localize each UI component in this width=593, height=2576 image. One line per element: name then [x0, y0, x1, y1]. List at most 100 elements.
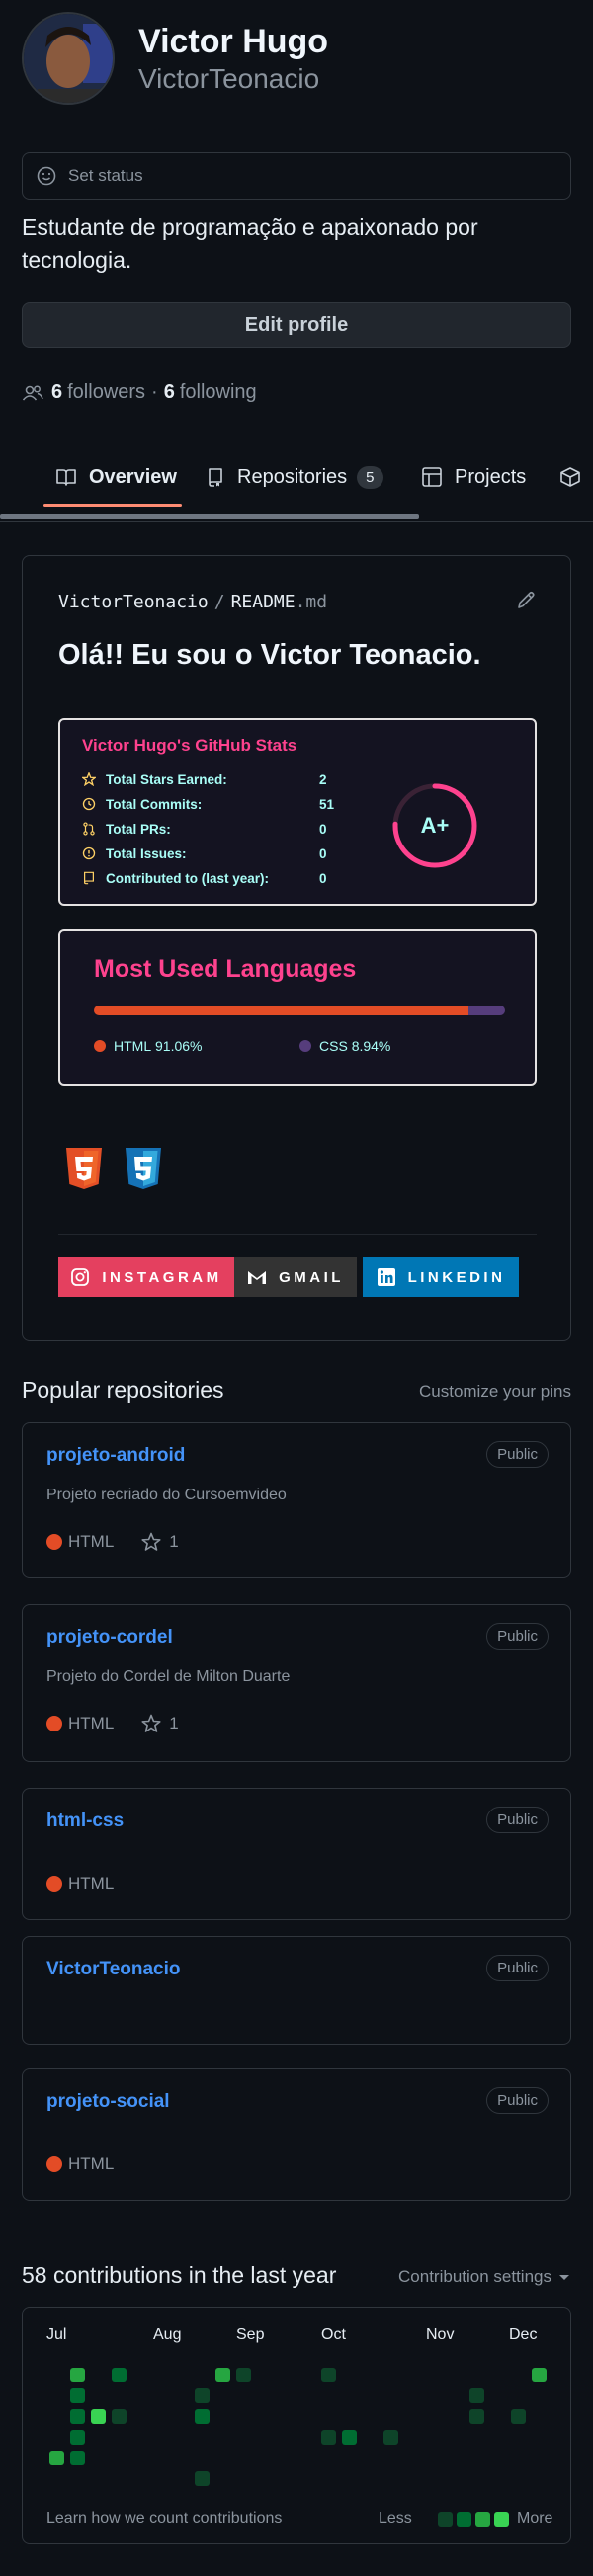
repo-name-link[interactable]: html-css [46, 1811, 124, 1832]
tab-overview[interactable]: Overview [55, 443, 177, 512]
language-percent: 8.94% [351, 1038, 391, 1054]
readme-heading: Olá!! Eu sou o Victor Teonacio. [58, 639, 481, 671]
people-icon [22, 385, 43, 401]
contribution-cell[interactable] [215, 2368, 230, 2382]
contribution-graph: Jul Aug Sep Oct Nov Dec Learn how we cou… [22, 2307, 571, 2544]
contribution-cell[interactable] [511, 2409, 526, 2424]
readme-owner-link[interactable]: VictorTeonacio [58, 592, 209, 612]
language-segment-css [467, 1006, 505, 1015]
divider [58, 1234, 537, 1235]
gmail-badge[interactable]: GMAIL [234, 1257, 357, 1297]
stat-value: 51 [319, 796, 335, 812]
pinned-repo-card: VictorTeonacio Public [22, 1936, 571, 2045]
readme-path: VictorTeonacio / README.md [58, 592, 327, 612]
language-color-dot [46, 1876, 62, 1892]
contribution-cell[interactable] [195, 2409, 210, 2424]
visibility-badge: Public [486, 2087, 549, 2114]
repo-name-link[interactable]: projeto-social [46, 2091, 170, 2113]
set-status-button[interactable]: Set status [22, 152, 571, 200]
contribution-cell[interactable] [112, 2368, 127, 2382]
gmail-icon [248, 1271, 267, 1284]
followers-link[interactable]: followers [67, 381, 145, 404]
visibility-badge: Public [486, 1623, 549, 1650]
following-link[interactable]: following [180, 381, 257, 404]
contribution-cell[interactable] [532, 2368, 547, 2382]
repo-stars[interactable]: 1 [141, 1714, 179, 1733]
following-count[interactable]: 6 [164, 381, 175, 404]
learn-contributions-link[interactable]: Learn how we count contributions [46, 2510, 282, 2528]
repo-name-link[interactable]: projeto-cordel [46, 1627, 173, 1649]
tab-repositories[interactable]: Repositories 5 [206, 443, 383, 512]
stat-label: Contributed to (last year): [106, 870, 270, 886]
star-icon [141, 1532, 161, 1551]
popular-repositories-title: Popular repositories [22, 1377, 224, 1403]
repo-meta: HTML [46, 2154, 114, 2174]
repo-icon [84, 871, 94, 885]
customize-pins-link[interactable]: Customize your pins [419, 1382, 571, 1402]
contribution-cell[interactable] [70, 2430, 85, 2445]
language-legend-item: CSS 8.94% [299, 1038, 390, 1054]
repo-language: HTML [68, 2154, 115, 2173]
contribution-cell[interactable] [236, 2368, 251, 2382]
book-icon [56, 469, 76, 486]
contribution-cell[interactable] [70, 2368, 85, 2382]
set-status-label: Set status [68, 166, 143, 185]
repo-name-link[interactable]: projeto-android [46, 1445, 185, 1467]
month-label: Jul [46, 2326, 67, 2343]
contribution-cell[interactable] [70, 2409, 85, 2424]
repo-stars[interactable]: 1 [141, 1532, 179, 1552]
profile-username: VictorTeonacio [138, 63, 320, 94]
stat-label: Total Commits: [106, 796, 203, 812]
contribution-cell[interactable] [321, 2430, 336, 2445]
tab-packages[interactable] [559, 443, 593, 512]
tabs-scrollbar[interactable] [0, 514, 419, 519]
linkedin-badge[interactable]: LINKEDIN [363, 1257, 519, 1297]
contribution-cell[interactable] [469, 2409, 484, 2424]
contribution-cell[interactable] [383, 2430, 398, 2445]
followers-count[interactable]: 6 [51, 381, 62, 404]
stat-label: Total Issues: [106, 845, 187, 861]
visibility-badge: Public [486, 1807, 549, 1833]
repo-meta: HTML [46, 1874, 114, 1893]
gmail-label: GMAIL [279, 1268, 344, 1286]
stat-row: Total Issues: 0 [82, 844, 327, 863]
visibility-badge: Public [486, 1441, 549, 1468]
tab-overview-label: Overview [89, 465, 177, 488]
contribution-cell[interactable] [49, 2451, 64, 2465]
instagram-badge[interactable]: INSTAGRAM [58, 1257, 234, 1297]
contribution-cell[interactable] [342, 2430, 357, 2445]
contribution-cell[interactable] [70, 2388, 85, 2403]
repositories-count-badge: 5 [357, 465, 383, 489]
repo-meta: HTML 1 [46, 1714, 179, 1733]
month-label: Aug [153, 2326, 182, 2343]
repo-description: Projeto do Cordel de Milton Duarte [46, 1668, 291, 1685]
pinned-repo-card: html-css Public HTML [22, 1788, 571, 1920]
readme-file-name[interactable]: README [231, 592, 296, 612]
tab-projects[interactable]: Projects [421, 443, 526, 512]
tab-repositories-label: Repositories [237, 465, 348, 488]
legend-cell [438, 2512, 453, 2527]
contribution-cell[interactable] [195, 2471, 210, 2486]
legend-cell [494, 2512, 509, 2527]
contribution-settings-dropdown[interactable]: Contribution settings [398, 2267, 571, 2287]
repo-meta: HTML 1 [46, 1532, 179, 1552]
linkedin-label: LINKEDIN [407, 1268, 506, 1286]
contribution-cell[interactable] [112, 2409, 127, 2424]
pull-request-icon [83, 822, 95, 836]
month-label: Dec [509, 2326, 538, 2343]
edit-profile-button[interactable]: Edit profile [22, 302, 571, 348]
history-icon [82, 797, 96, 811]
language-segment-html [94, 1006, 468, 1015]
stat-value: 0 [319, 821, 327, 837]
profile-tabs: Overview Repositories 5 Projects [0, 443, 593, 522]
follow-stats: 6 followers · 6 following [22, 381, 257, 404]
contribution-cell[interactable] [70, 2451, 85, 2465]
contribution-cell[interactable] [469, 2388, 484, 2403]
contribution-cell[interactable] [321, 2368, 336, 2382]
contribution-cell[interactable] [91, 2409, 106, 2424]
pinned-repo-card: projeto-android Public Projeto recriado … [22, 1422, 571, 1578]
repo-name-link[interactable]: VictorTeonacio [46, 1959, 181, 1980]
contribution-cell[interactable] [195, 2388, 210, 2403]
avatar[interactable] [22, 12, 115, 105]
pencil-icon[interactable] [515, 590, 537, 611]
